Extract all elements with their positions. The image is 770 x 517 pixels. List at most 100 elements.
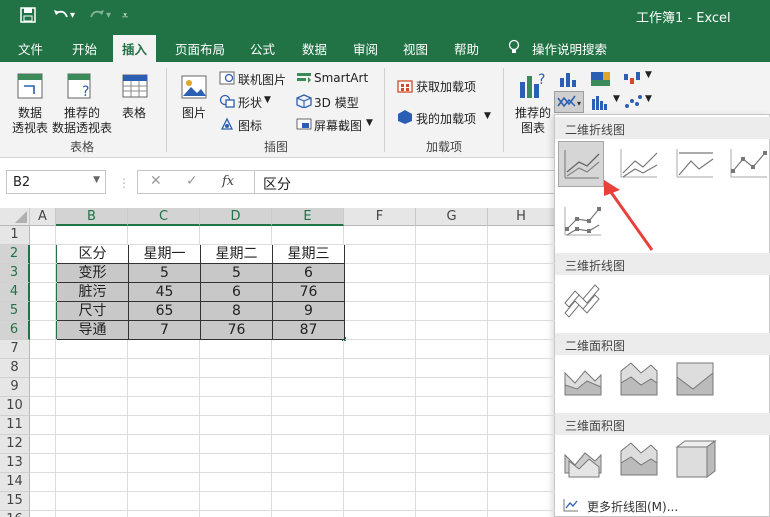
line-chart-button[interactable]: ▾ xyxy=(554,91,584,113)
tab-file[interactable]: 文件 xyxy=(18,39,43,58)
enter-icon[interactable]: ✓ xyxy=(186,173,198,189)
get-addins-label[interactable]: 获取加载项 xyxy=(416,78,476,95)
shapes-dropdown-icon[interactable]: ▼ xyxy=(264,95,271,105)
icons-label[interactable]: 图标 xyxy=(238,117,262,134)
3d-model-icon[interactable] xyxy=(296,94,312,108)
screenshot-label[interactable]: 屏幕截图 xyxy=(314,117,362,134)
tab-help[interactable]: 帮助 xyxy=(454,39,479,58)
table-label[interactable]: 表格 xyxy=(122,104,146,121)
row-header[interactable]: 8 xyxy=(0,359,30,378)
my-addins-icon[interactable] xyxy=(397,109,413,125)
online-pictures-label[interactable]: 联机图片 xyxy=(238,71,286,88)
table-header-cell[interactable]: 星期一 xyxy=(129,245,201,264)
tell-me-search[interactable]: 操作说明搜索 xyxy=(532,39,607,58)
shapes-label[interactable]: 形状 xyxy=(238,94,262,111)
tab-formulas[interactable]: 公式 xyxy=(250,39,275,58)
100-stacked-line-option[interactable] xyxy=(673,141,719,187)
row-header[interactable]: 2 xyxy=(0,245,30,264)
column-header[interactable]: G xyxy=(416,208,488,226)
row-header[interactable]: 16 xyxy=(0,511,30,517)
table-cell[interactable]: 45 xyxy=(129,283,201,302)
row-header[interactable]: 13 xyxy=(0,454,30,473)
undo-dropdown-icon[interactable]: ▾ xyxy=(70,7,75,25)
my-addins-dropdown-icon[interactable]: ▼ xyxy=(484,111,491,121)
line-with-markers-option[interactable] xyxy=(727,141,770,187)
stacked-area-option[interactable] xyxy=(617,357,663,403)
column-header[interactable]: F xyxy=(344,208,416,226)
redo-icon[interactable] xyxy=(88,7,106,27)
tab-page-layout[interactable]: 页面布局 xyxy=(175,39,225,58)
column-header[interactable]: H xyxy=(488,208,555,226)
column-header[interactable]: A xyxy=(30,208,56,226)
hierarchy-chart-icon[interactable] xyxy=(590,70,612,88)
line-chart-icon[interactable]: ▾ xyxy=(555,92,583,112)
statistic-dropdown-icon[interactable]: ▼ xyxy=(613,94,620,104)
table-cell[interactable]: 9 xyxy=(273,302,345,321)
scatter-dropdown-icon[interactable]: ▼ xyxy=(645,94,652,104)
table-cell[interactable]: 6 xyxy=(273,264,345,283)
table-cell[interactable]: 7 xyxy=(129,321,201,340)
column-header[interactable]: B xyxy=(56,208,128,226)
column-chart-icon[interactable] xyxy=(558,70,580,88)
name-box[interactable]: B2 ▼ xyxy=(6,170,106,194)
table-header-cell[interactable]: 星期三 xyxy=(273,245,345,264)
row-header[interactable]: 1 xyxy=(0,226,30,245)
area-option[interactable] xyxy=(561,357,607,403)
3d-line-option[interactable] xyxy=(561,279,607,325)
table-header-cell[interactable]: 星期二 xyxy=(201,245,273,264)
3d-100-stacked-area-option[interactable] xyxy=(673,437,719,483)
recommended-pivot-label-2[interactable]: 数据透视表 xyxy=(52,119,112,136)
more-line-charts-link[interactable]: 更多折线图(M)... xyxy=(555,495,770,517)
insert-function-icon[interactable]: fx xyxy=(222,174,234,189)
row-header[interactable]: 12 xyxy=(0,435,30,454)
waterfall-chart-icon[interactable] xyxy=(622,70,644,88)
name-box-dropdown-icon[interactable]: ▼ xyxy=(93,175,100,185)
tab-home[interactable]: 开始 xyxy=(72,39,97,58)
scatter-chart-icon[interactable] xyxy=(622,93,644,111)
tab-view[interactable]: 视图 xyxy=(403,39,428,58)
row-header[interactable]: 6 xyxy=(0,321,30,340)
row-header[interactable]: 9 xyxy=(0,378,30,397)
3d-model-label[interactable]: 3D 模型 xyxy=(314,94,359,111)
pictures-icon[interactable] xyxy=(180,74,208,100)
waterfall-dropdown-icon[interactable]: ▼ xyxy=(645,70,652,80)
table-cell[interactable]: 5 xyxy=(201,264,273,283)
recommended-charts-label-2[interactable]: 图表 xyxy=(521,119,545,136)
redo-dropdown-icon[interactable]: ▾ xyxy=(106,7,111,25)
table-cell[interactable]: 6 xyxy=(201,283,273,302)
formula-bar-grip-icon[interactable]: ⋮ xyxy=(118,176,130,190)
column-header[interactable]: E xyxy=(272,208,344,226)
undo-icon[interactable] xyxy=(52,7,70,27)
icons-icon[interactable] xyxy=(219,117,235,131)
statistic-chart-icon[interactable] xyxy=(590,93,612,111)
recommended-charts-icon[interactable]: ? xyxy=(518,70,548,102)
smartart-icon[interactable] xyxy=(296,71,312,85)
screenshot-icon[interactable] xyxy=(296,117,312,131)
table-cell[interactable]: 脏污 xyxy=(57,283,129,302)
row-header[interactable]: 4 xyxy=(0,283,30,302)
smartart-label[interactable]: SmartArt xyxy=(314,71,368,85)
table-cell[interactable]: 8 xyxy=(201,302,273,321)
tab-insert[interactable]: 插入 xyxy=(113,35,157,62)
table-cell[interactable]: 变形 xyxy=(57,264,129,283)
table-cell[interactable]: 5 xyxy=(129,264,201,283)
tab-review[interactable]: 审阅 xyxy=(353,39,378,58)
pictures-label[interactable]: 图片 xyxy=(182,104,206,121)
online-pictures-icon[interactable] xyxy=(219,71,235,85)
3d-stacked-area-option[interactable] xyxy=(617,437,663,483)
table-cell[interactable]: 尺寸 xyxy=(57,302,129,321)
row-header[interactable]: 14 xyxy=(0,473,30,492)
3d-area-option[interactable] xyxy=(561,437,607,483)
customize-qat-icon[interactable]: ⩡ xyxy=(122,7,128,25)
pivot-table-icon[interactable] xyxy=(16,72,44,100)
table-cell[interactable]: 导通 xyxy=(57,321,129,340)
pivot-table-label-2[interactable]: 透视表 xyxy=(12,119,48,136)
table-cell[interactable]: 76 xyxy=(201,321,273,340)
table-cell[interactable]: 76 xyxy=(273,283,345,302)
row-header[interactable]: 7 xyxy=(0,340,30,359)
my-addins-label[interactable]: 我的加载项 xyxy=(416,110,476,127)
table-header-cell[interactable]: 区分 xyxy=(57,245,129,264)
save-icon[interactable] xyxy=(20,7,36,27)
column-header[interactable]: D xyxy=(200,208,272,226)
select-all-corner[interactable] xyxy=(0,208,30,226)
